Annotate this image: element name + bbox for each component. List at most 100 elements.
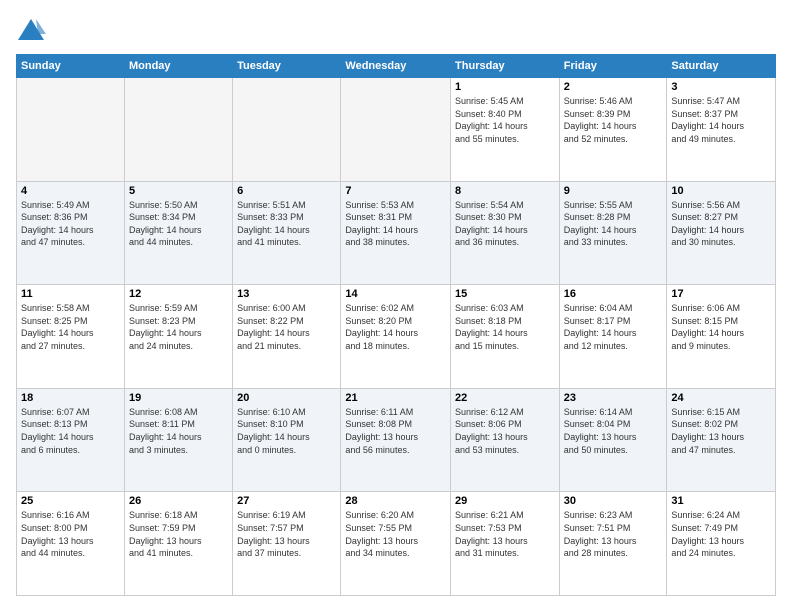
calendar-cell: 19 Sunrise: 6:08 AMSunset: 8:11 PMDayligh… — [124, 388, 232, 492]
calendar-week-5: 25 Sunrise: 6:16 AMSunset: 8:00 PMDayligh… — [17, 492, 776, 596]
calendar-cell — [124, 78, 232, 182]
day-info: Sunrise: 6:04 AMSunset: 8:17 PMDaylight:… — [564, 302, 663, 352]
calendar-cell: 30 Sunrise: 6:23 AMSunset: 7:51 PMDayligh… — [559, 492, 667, 596]
day-info: Sunrise: 5:56 AMSunset: 8:27 PMDaylight:… — [671, 199, 771, 249]
day-info: Sunrise: 6:08 AMSunset: 8:11 PMDaylight:… — [129, 406, 228, 456]
day-number: 30 — [564, 495, 663, 507]
day-info: Sunrise: 6:00 AMSunset: 8:22 PMDaylight:… — [237, 302, 336, 352]
day-info: Sunrise: 5:55 AMSunset: 8:28 PMDaylight:… — [564, 199, 663, 249]
calendar-header: SundayMondayTuesdayWednesdayThursdayFrid… — [17, 55, 776, 78]
calendar-cell: 15 Sunrise: 6:03 AMSunset: 8:18 PMDayligh… — [451, 285, 560, 389]
day-number: 29 — [455, 495, 555, 507]
weekday-header-thursday: Thursday — [451, 55, 560, 78]
day-info: Sunrise: 6:11 AMSunset: 8:08 PMDaylight:… — [345, 406, 446, 456]
day-number: 13 — [237, 288, 336, 300]
day-info: Sunrise: 5:51 AMSunset: 8:33 PMDaylight:… — [237, 199, 336, 249]
day-number: 1 — [455, 81, 555, 93]
day-number: 26 — [129, 495, 228, 507]
calendar-week-2: 4Sunrise: 5:49 AMSunset: 8:36 PMDaylight… — [17, 181, 776, 285]
day-info: Sunrise: 6:14 AMSunset: 8:04 PMDaylight:… — [564, 406, 663, 456]
calendar-cell: 27 Sunrise: 6:19 AMSunset: 7:57 PMDayligh… — [233, 492, 341, 596]
day-number: 15 — [455, 288, 555, 300]
day-info: Sunrise: 6:02 AMSunset: 8:20 PMDaylight:… — [345, 302, 446, 352]
weekday-header-saturday: Saturday — [667, 55, 776, 78]
calendar-cell — [341, 78, 451, 182]
day-info: Sunrise: 5:46 AMSunset: 8:39 PMDaylight:… — [564, 95, 663, 145]
calendar-cell: 7 Sunrise: 5:53 AMSunset: 8:31 PMDaylight… — [341, 181, 451, 285]
weekday-header-sunday: Sunday — [17, 55, 125, 78]
day-number: 2 — [564, 81, 663, 93]
day-number: 20 — [237, 392, 336, 404]
logo-icon — [16, 16, 46, 46]
header — [16, 16, 776, 46]
day-info: Sunrise: 6:06 AMSunset: 8:15 PMDaylight:… — [671, 302, 771, 352]
calendar-cell: 29 Sunrise: 6:21 AMSunset: 7:53 PMDayligh… — [451, 492, 560, 596]
day-number: 23 — [564, 392, 663, 404]
day-number: 21 — [345, 392, 446, 404]
calendar-cell: 16 Sunrise: 6:04 AMSunset: 8:17 PMDayligh… — [559, 285, 667, 389]
day-number: 10 — [671, 185, 771, 197]
weekday-header-wednesday: Wednesday — [341, 55, 451, 78]
day-number: 25 — [21, 495, 120, 507]
calendar-cell — [233, 78, 341, 182]
day-number: 5 — [129, 185, 228, 197]
day-number: 18 — [21, 392, 120, 404]
day-info: Sunrise: 6:21 AMSunset: 7:53 PMDaylight:… — [455, 509, 555, 559]
day-info: Sunrise: 6:19 AMSunset: 7:57 PMDaylight:… — [237, 509, 336, 559]
weekday-header-tuesday: Tuesday — [233, 55, 341, 78]
weekday-header-monday: Monday — [124, 55, 232, 78]
calendar-cell: 11Sunrise: 5:58 AMSunset: 8:25 PMDayligh… — [17, 285, 125, 389]
day-number: 7 — [345, 185, 446, 197]
day-number: 16 — [564, 288, 663, 300]
day-info: Sunrise: 6:07 AMSunset: 8:13 PMDaylight:… — [21, 406, 120, 456]
day-number: 3 — [671, 81, 771, 93]
day-info: Sunrise: 6:24 AMSunset: 7:49 PMDaylight:… — [671, 509, 771, 559]
calendar-cell: 2 Sunrise: 5:46 AMSunset: 8:39 PMDaylight… — [559, 78, 667, 182]
day-number: 4 — [21, 185, 120, 197]
day-number: 9 — [564, 185, 663, 197]
day-info: Sunrise: 6:10 AMSunset: 8:10 PMDaylight:… — [237, 406, 336, 456]
day-info: Sunrise: 6:12 AMSunset: 8:06 PMDaylight:… — [455, 406, 555, 456]
calendar-cell: 10 Sunrise: 5:56 AMSunset: 8:27 PMDayligh… — [667, 181, 776, 285]
calendar-cell: 18 Sunrise: 6:07 AMSunset: 8:13 PMDayligh… — [17, 388, 125, 492]
day-info: Sunrise: 5:53 AMSunset: 8:31 PMDaylight:… — [345, 199, 446, 249]
calendar-cell — [17, 78, 125, 182]
calendar-body: 1 Sunrise: 5:45 AMSunset: 8:40 PMDaylight… — [17, 78, 776, 596]
day-number: 8 — [455, 185, 555, 197]
day-info: Sunrise: 6:16 AMSunset: 8:00 PMDaylight:… — [21, 509, 120, 559]
day-info: Sunrise: 6:15 AMSunset: 8:02 PMDaylight:… — [671, 406, 771, 456]
day-info: Sunrise: 6:03 AMSunset: 8:18 PMDaylight:… — [455, 302, 555, 352]
day-number: 17 — [671, 288, 771, 300]
calendar-cell: 20 Sunrise: 6:10 AMSunset: 8:10 PMDayligh… — [233, 388, 341, 492]
weekday-header-row: SundayMondayTuesdayWednesdayThursdayFrid… — [17, 55, 776, 78]
day-info: Sunrise: 5:59 AMSunset: 8:23 PMDaylight:… — [129, 302, 228, 352]
calendar-cell: 28Sunrise: 6:20 AMSunset: 7:55 PMDayligh… — [341, 492, 451, 596]
day-info: Sunrise: 5:50 AMSunset: 8:34 PMDaylight:… — [129, 199, 228, 249]
calendar-cell: 22 Sunrise: 6:12 AMSunset: 8:06 PMDayligh… — [451, 388, 560, 492]
day-number: 19 — [129, 392, 228, 404]
calendar-cell: 24Sunrise: 6:15 AMSunset: 8:02 PMDayligh… — [667, 388, 776, 492]
calendar-cell: 4Sunrise: 5:49 AMSunset: 8:36 PMDaylight… — [17, 181, 125, 285]
calendar-cell: 23 Sunrise: 6:14 AMSunset: 8:04 PMDayligh… — [559, 388, 667, 492]
weekday-header-friday: Friday — [559, 55, 667, 78]
calendar-cell: 21 Sunrise: 6:11 AMSunset: 8:08 PMDayligh… — [341, 388, 451, 492]
calendar-cell: 5 Sunrise: 5:50 AMSunset: 8:34 PMDaylight… — [124, 181, 232, 285]
day-info: Sunrise: 6:23 AMSunset: 7:51 PMDaylight:… — [564, 509, 663, 559]
day-number: 28 — [345, 495, 446, 507]
calendar-cell: 8 Sunrise: 5:54 AMSunset: 8:30 PMDaylight… — [451, 181, 560, 285]
day-info: Sunrise: 5:47 AMSunset: 8:37 PMDaylight:… — [671, 95, 771, 145]
day-number: 22 — [455, 392, 555, 404]
calendar-cell: 25 Sunrise: 6:16 AMSunset: 8:00 PMDayligh… — [17, 492, 125, 596]
day-info: Sunrise: 5:45 AMSunset: 8:40 PMDaylight:… — [455, 95, 555, 145]
day-number: 6 — [237, 185, 336, 197]
calendar-page: SundayMondayTuesdayWednesdayThursdayFrid… — [0, 0, 792, 612]
calendar-cell: 1 Sunrise: 5:45 AMSunset: 8:40 PMDaylight… — [451, 78, 560, 182]
calendar-cell: 3 Sunrise: 5:47 AMSunset: 8:37 PMDaylight… — [667, 78, 776, 182]
day-number: 12 — [129, 288, 228, 300]
calendar-week-4: 18 Sunrise: 6:07 AMSunset: 8:13 PMDayligh… — [17, 388, 776, 492]
day-number: 27 — [237, 495, 336, 507]
day-number: 14 — [345, 288, 446, 300]
calendar-week-1: 1 Sunrise: 5:45 AMSunset: 8:40 PMDaylight… — [17, 78, 776, 182]
day-info: Sunrise: 5:54 AMSunset: 8:30 PMDaylight:… — [455, 199, 555, 249]
calendar-table: SundayMondayTuesdayWednesdayThursdayFrid… — [16, 54, 776, 596]
